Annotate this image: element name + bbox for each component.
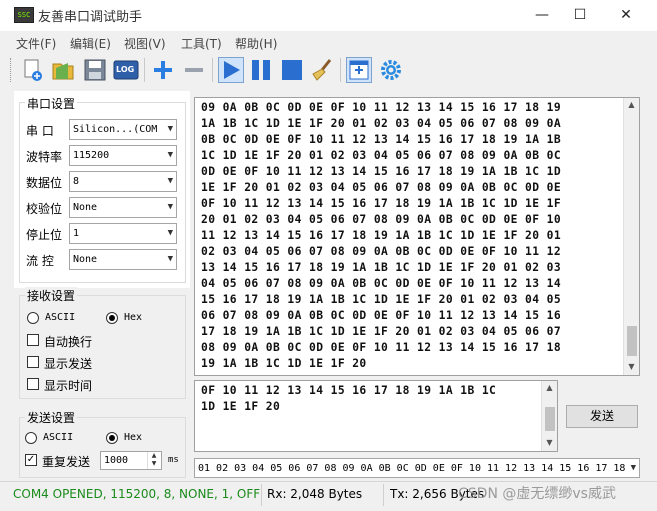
scrollbar-thumb[interactable] — [627, 326, 637, 356]
maximize-button[interactable]: ☐ — [557, 0, 603, 30]
remove-icon[interactable] — [181, 57, 207, 83]
baud-label: 波特率 — [26, 150, 63, 164]
baud-value: 115200 — [73, 150, 110, 161]
window-title: 友善串口调试助手 — [38, 10, 143, 25]
port-label: 串 口 — [26, 124, 54, 138]
chevron-down-icon: ▼ — [167, 228, 173, 238]
chevron-down-icon: ▼ — [628, 459, 636, 477]
radio-selected-dot — [109, 435, 115, 441]
open-folder-icon[interactable] — [50, 57, 76, 83]
show-time-checkbox[interactable] — [27, 378, 39, 390]
toolbar-separator — [340, 58, 341, 82]
show-time-label: 显示时间 — [44, 379, 93, 393]
menu-tools[interactable]: 工具(T) — [181, 35, 222, 52]
chevron-down-icon: ▼ — [167, 202, 173, 212]
send-hex-radio[interactable] — [106, 432, 118, 444]
scroll-up-icon[interactable]: ▲ — [624, 100, 639, 109]
new-icon[interactable] — [20, 57, 46, 83]
baud-select[interactable]: 115200 ▼ — [69, 145, 177, 166]
receive-ascii-label: ASCII — [45, 312, 76, 323]
port-value: Silicon...(COM — [73, 124, 158, 135]
receive-ascii-radio[interactable] — [27, 312, 39, 324]
repeat-interval-unit: ms — [168, 455, 179, 465]
parity-select[interactable]: None ▼ — [69, 197, 177, 218]
add-icon[interactable] — [150, 57, 176, 83]
play-icon[interactable] — [218, 57, 244, 83]
send-scrollbar[interactable]: ▲ ▼ — [541, 381, 557, 451]
send-ascii-label: ASCII — [43, 432, 74, 443]
auto-wrap-checkbox[interactable] — [27, 334, 39, 346]
chevron-down-icon: ▼ — [167, 150, 173, 160]
send-hex-label: Hex — [124, 432, 143, 443]
flow-label: 流 控 — [26, 254, 54, 268]
menu-view[interactable]: 视图(V) — [124, 35, 166, 52]
scroll-down-icon[interactable]: ▼ — [624, 362, 639, 371]
rx-count: Rx: 2,048 Bytes — [267, 487, 363, 501]
port-status: COM4 OPENED, 115200, 8, NONE, 1, OFF — [13, 487, 261, 501]
app-icon: SSC — [14, 7, 34, 23]
flow-value: None — [73, 254, 98, 265]
parity-value: None — [73, 202, 98, 213]
scroll-down-icon[interactable]: ▼ — [542, 438, 557, 447]
send-text: 0F 10 11 12 13 14 15 16 17 18 19 1A 1B 1… — [201, 384, 497, 413]
port-select[interactable]: Silicon...(COM ▼ — [69, 119, 177, 140]
repeat-interval-value: 1000 — [104, 455, 129, 466]
stopbits-select[interactable]: 1 ▼ — [69, 223, 177, 244]
chevron-down-icon: ▼ — [167, 254, 173, 264]
save-icon[interactable] — [82, 57, 108, 83]
receive-textarea[interactable]: 09 0A 0B 0C 0D 0E 0F 10 11 12 13 14 15 1… — [194, 97, 640, 376]
receive-hex-label: Hex — [124, 312, 143, 323]
log-icon[interactable]: LOG — [113, 57, 139, 83]
send-history-select[interactable]: 01 02 03 04 05 06 07 08 09 0A 0B 0C 0D 0… — [194, 458, 640, 478]
send-history-value: 01 02 03 04 05 06 07 08 09 0A 0B 0C 0D 0… — [198, 463, 626, 474]
stopbits-value: 1 — [73, 228, 80, 239]
log-icon-text: LOG — [116, 65, 135, 74]
radio-selected-dot — [109, 315, 115, 321]
auto-wrap-label: 自动换行 — [44, 335, 93, 349]
flow-select[interactable]: None ▼ — [69, 249, 177, 270]
close-button[interactable]: ✕ — [603, 0, 649, 30]
receive-text: 09 0A 0B 0C 0D 0E 0F 10 11 12 13 14 15 1… — [201, 101, 562, 370]
gear-icon[interactable] — [378, 57, 404, 83]
repeat-interval-input[interactable]: 1000 ▲ ▼ — [100, 451, 162, 470]
parity-label: 校验位 — [26, 202, 63, 216]
pause-icon[interactable] — [248, 57, 274, 83]
menu-edit[interactable]: 编辑(E) — [70, 35, 111, 52]
databits-value: 8 — [73, 176, 80, 187]
stopbits-label: 停止位 — [26, 228, 63, 242]
spin-arrows-icon[interactable]: ▲ ▼ — [147, 452, 160, 469]
toolbar-separator — [144, 58, 145, 82]
chevron-down-icon: ▼ — [167, 176, 173, 186]
databits-select[interactable]: 8 ▼ — [69, 171, 177, 192]
chevron-down-icon: ▼ — [167, 124, 173, 134]
stop-icon[interactable] — [279, 57, 305, 83]
menu-help[interactable]: 帮助(H) — [235, 35, 277, 52]
watermark: CSDN @虚无缥缈vs威武 — [458, 486, 616, 502]
status-separator — [383, 484, 384, 506]
repeat-send-label: 重复发送 — [42, 455, 91, 469]
broom-icon[interactable] — [310, 57, 336, 83]
send-ascii-radio[interactable] — [25, 432, 37, 444]
show-send-label: 显示发送 — [44, 357, 93, 371]
databits-label: 数据位 — [26, 176, 63, 190]
send-textarea[interactable]: 0F 10 11 12 13 14 15 16 17 18 19 1A 1B 1… — [194, 380, 558, 452]
toolbar-separator — [212, 58, 213, 82]
scroll-up-icon[interactable]: ▲ — [542, 383, 557, 392]
window-icon[interactable] — [346, 57, 372, 83]
send-settings-title: 发送设置 — [25, 409, 78, 426]
scrollbar-thumb[interactable] — [545, 407, 555, 431]
send-button[interactable]: 发送 — [566, 405, 638, 428]
repeat-send-checkbox[interactable]: ✓ — [25, 454, 37, 466]
status-separator — [261, 484, 262, 506]
receive-hex-radio[interactable] — [106, 312, 118, 324]
receive-settings-title: 接收设置 — [25, 287, 78, 304]
show-send-checkbox[interactable] — [27, 356, 39, 368]
menu-file[interactable]: 文件(F) — [16, 35, 56, 52]
serial-settings-title: 串口设置 — [25, 95, 78, 112]
receive-scrollbar[interactable]: ▲ ▼ — [623, 98, 639, 375]
toolbar-grip — [10, 58, 14, 82]
